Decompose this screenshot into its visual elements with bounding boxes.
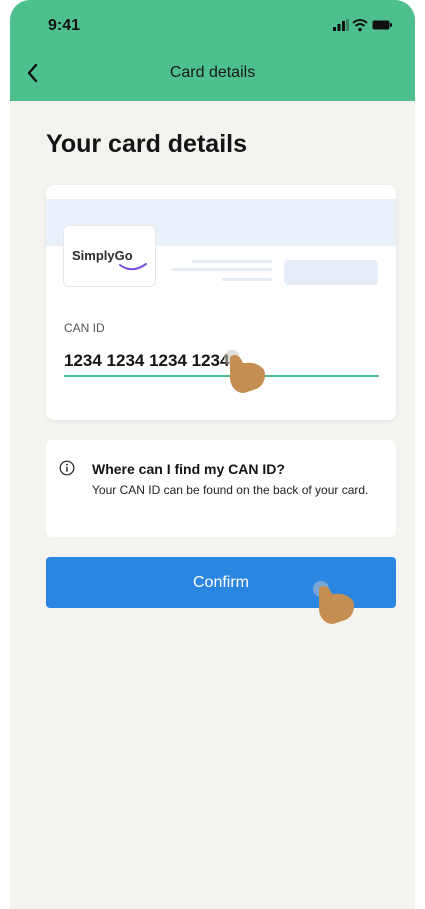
nav-title: Card details	[169, 64, 256, 81]
status-icons	[333, 19, 393, 33]
card-line	[192, 260, 272, 263]
card-brand: SimplyGo	[72, 248, 133, 263]
tap-hand-icon	[313, 581, 355, 624]
can-id-label: CAN ID	[64, 321, 105, 335]
logo-swoosh-icon	[119, 263, 147, 271]
card-details-panel: SimplyGo CAN ID	[46, 185, 396, 420]
page-title: Your card details	[46, 130, 247, 158]
app-header: 9:41 Card details	[10, 0, 415, 101]
card-placeholder-block	[284, 260, 378, 285]
card-logo: SimplyGo	[63, 225, 156, 287]
card-line	[222, 278, 272, 281]
info-box: Where can I find my CAN ID? Your CAN ID …	[46, 440, 396, 537]
battery-icon	[372, 20, 392, 30]
info-title: Where can I find my CAN ID?	[92, 461, 285, 477]
info-icon	[59, 460, 75, 476]
info-body: Your CAN ID can be found on the back of …	[92, 483, 369, 497]
tap-hand-icon	[224, 350, 266, 393]
card-line	[172, 268, 272, 271]
signal-icon	[333, 19, 349, 31]
phone-screen: 9:41 Card details Your card details Simp…	[10, 0, 415, 909]
status-time: 9:41	[48, 17, 81, 34]
wifi-icon	[352, 19, 368, 32]
